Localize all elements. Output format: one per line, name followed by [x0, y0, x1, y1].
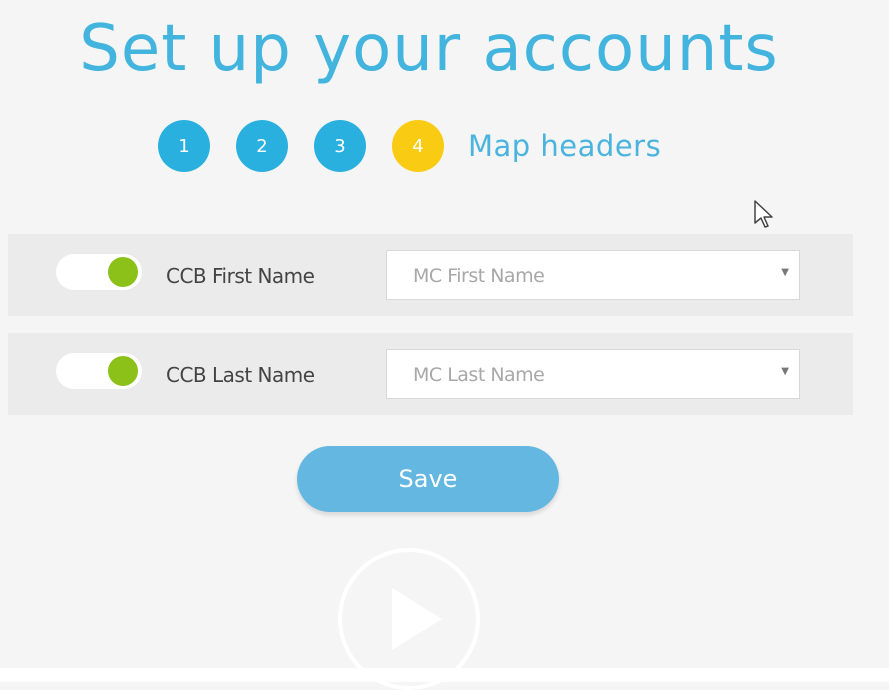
mapping-row-last-name: CCB Last Name MC Last Name ▼: [8, 333, 853, 415]
first-name-select[interactable]: MC First Name ▼: [386, 250, 800, 300]
last-name-select-value: MC Last Name: [413, 364, 545, 386]
caret-down-icon: ▼: [781, 366, 789, 377]
save-button[interactable]: Save: [297, 446, 559, 512]
first-name-toggle[interactable]: [56, 254, 142, 290]
step-label: Map headers: [468, 129, 662, 163]
step-2[interactable]: 2: [236, 120, 288, 172]
step-4: 4: [392, 120, 444, 172]
last-name-label: CCB Last Name: [166, 363, 315, 387]
mapping-row-first-name: CCB First Name MC First Name ▼: [8, 234, 853, 316]
mouse-cursor-icon: [753, 199, 775, 233]
toggle-knob: [108, 356, 138, 386]
first-name-select-value: MC First Name: [413, 265, 545, 287]
last-name-select[interactable]: MC Last Name ▼: [386, 349, 800, 399]
footer-strip: [0, 668, 889, 682]
step-indicator: 1 2 3 4 Map headers: [158, 120, 661, 172]
caret-down-icon: ▼: [781, 267, 789, 278]
last-name-toggle[interactable]: [56, 353, 142, 389]
toggle-knob: [108, 257, 138, 287]
page-title: Set up your accounts: [79, 12, 779, 86]
step-1[interactable]: 1: [158, 120, 210, 172]
step-3[interactable]: 3: [314, 120, 366, 172]
first-name-label: CCB First Name: [166, 264, 315, 288]
